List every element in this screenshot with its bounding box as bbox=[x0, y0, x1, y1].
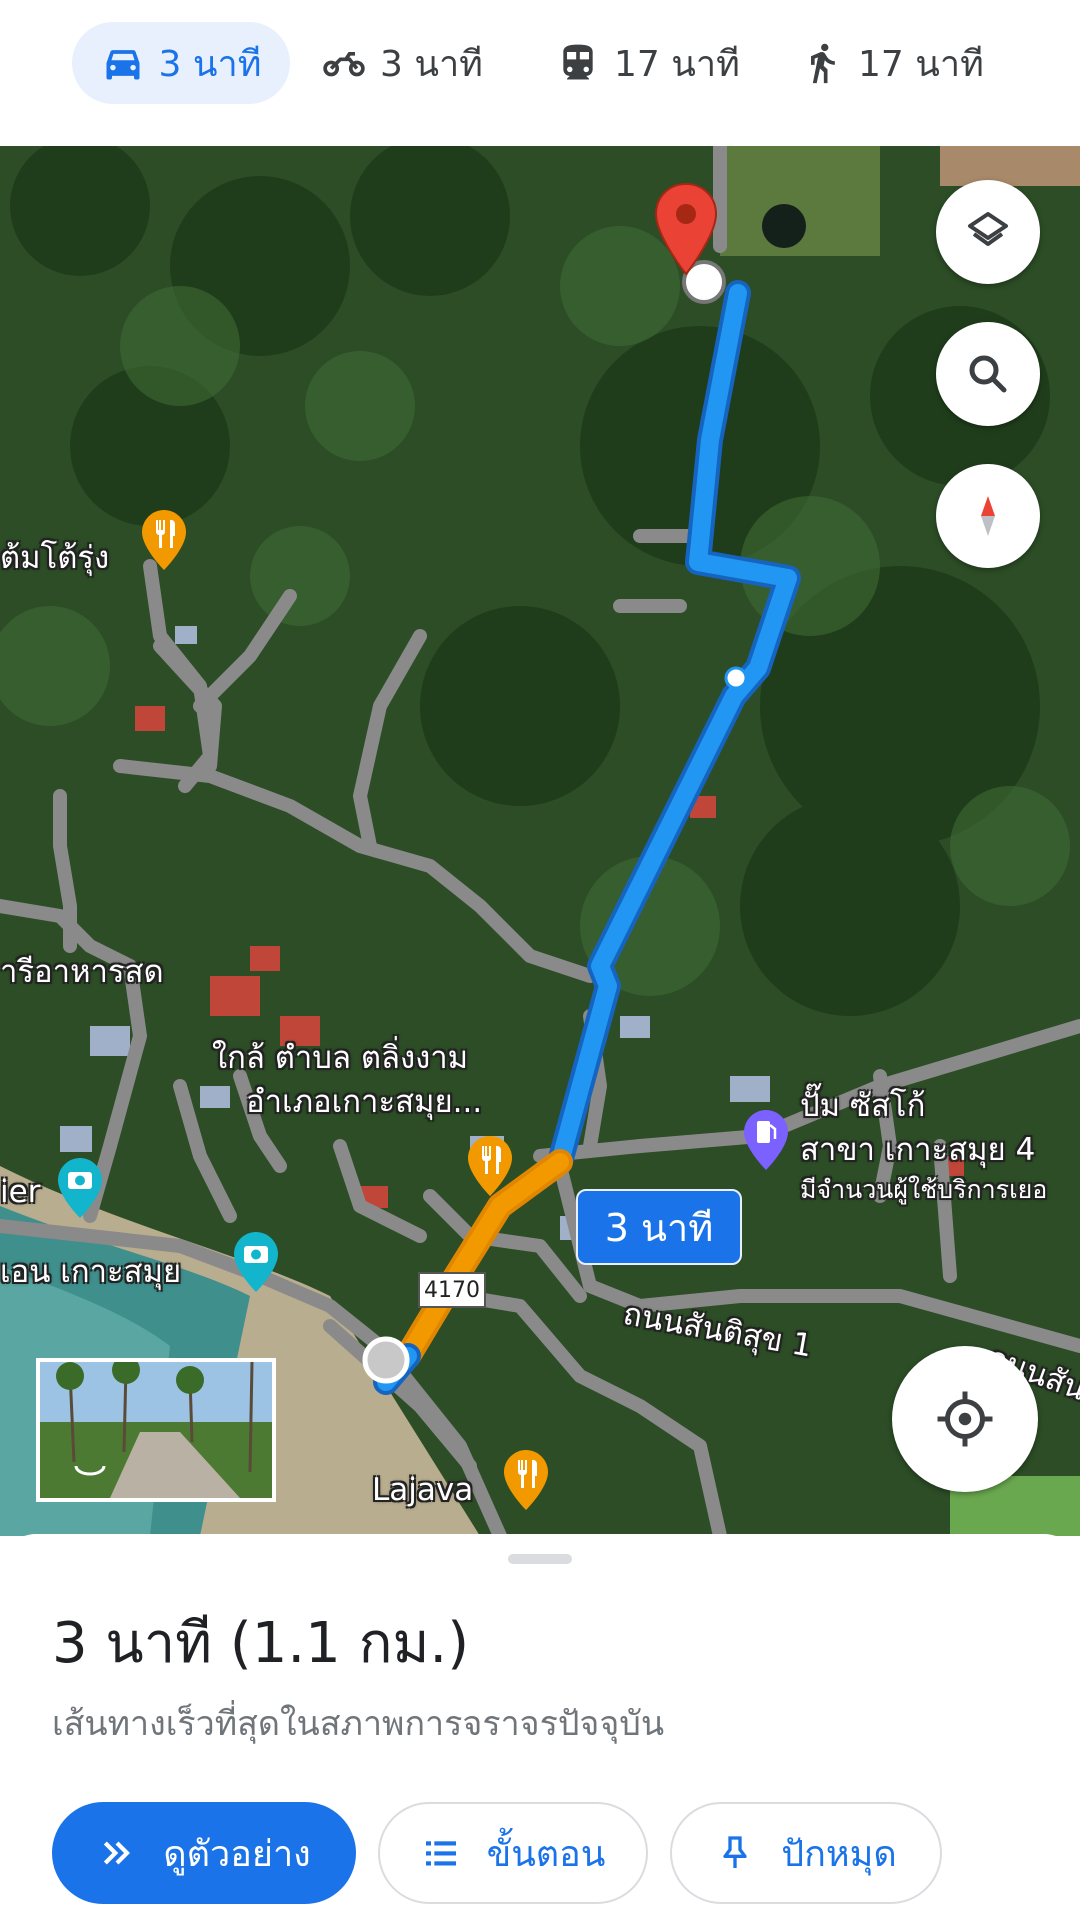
mode-driving-label: 3 นาที bbox=[158, 43, 262, 85]
poi-label-pier[interactable]: ier bbox=[0, 1174, 40, 1210]
my-location-button[interactable] bbox=[892, 1346, 1038, 1492]
compass-button[interactable] bbox=[936, 464, 1040, 568]
destination-pin-icon[interactable] bbox=[652, 182, 720, 278]
mode-transit-label: 17 นาที bbox=[614, 43, 740, 85]
mode-transit-tab[interactable]: 17 นาที bbox=[556, 22, 746, 104]
restaurant-pin-icon[interactable] bbox=[140, 508, 188, 572]
mode-motorcycle-tab[interactable]: 3 นาที bbox=[322, 22, 502, 104]
area-label-line2: อำเภอเกาะสมุย... bbox=[246, 1084, 483, 1120]
crosshair-icon bbox=[937, 1391, 993, 1447]
travel-mode-bar: 3 นาที 3 นาที 17 นาที 17 นาที bbox=[0, 0, 1080, 146]
pushpin-icon bbox=[723, 1836, 747, 1868]
walk-icon bbox=[811, 43, 835, 84]
steps-button[interactable]: ขั้นตอน bbox=[378, 1802, 648, 1904]
double-chevron-right-icon bbox=[104, 1841, 131, 1865]
poi-label-lajava[interactable]: Lajava bbox=[372, 1472, 473, 1508]
restaurant-pin-icon[interactable] bbox=[466, 1134, 514, 1198]
mode-walking-label: 17 นาที bbox=[858, 43, 984, 85]
poi-label-seafood[interactable]: ารีอาหารสด bbox=[0, 946, 164, 996]
layers-button[interactable] bbox=[936, 180, 1040, 284]
motorcycle-icon bbox=[323, 52, 365, 77]
pin-button-label: ปักหมุด bbox=[781, 1833, 897, 1875]
satellite-imagery bbox=[0, 146, 1080, 1536]
transit-icon bbox=[563, 44, 593, 80]
poi-label-gas-line1[interactable]: ปั๊ม ซัสโก้ bbox=[800, 1080, 925, 1130]
mode-driving-tab[interactable]: 3 นาที bbox=[72, 22, 290, 104]
poi-label-gas-line3[interactable]: มีจำนวนผู้ใช้บริการเยอ bbox=[800, 1170, 1047, 1210]
photo-spot-pin-icon[interactable] bbox=[56, 1156, 104, 1220]
search-button[interactable] bbox=[936, 322, 1040, 426]
street-view-image bbox=[40, 1362, 272, 1498]
gas-station-pin-icon[interactable] bbox=[742, 1108, 790, 1172]
drag-handle[interactable] bbox=[508, 1554, 572, 1564]
poi-label-samui[interactable]: เอน เกาะสมุย bbox=[0, 1246, 181, 1296]
route-duration-chip[interactable]: 3 นาที bbox=[576, 1189, 742, 1265]
street-view-thumbnail[interactable] bbox=[36, 1358, 276, 1502]
restaurant-pin-icon[interactable] bbox=[502, 1448, 550, 1512]
preview-button[interactable]: ดูตัวอย่าง bbox=[52, 1802, 356, 1904]
pin-button[interactable]: ปักหมุด bbox=[670, 1802, 942, 1904]
route-summary-title: 3 นาที (1.1 กม.) bbox=[52, 1611, 470, 1676]
mode-motorcycle-label: 3 นาที bbox=[380, 43, 483, 85]
poi-label-gas-line2[interactable]: สาขา เกาะสมุย 4 bbox=[800, 1124, 1035, 1174]
steps-button-label: ขั้นตอน bbox=[486, 1833, 606, 1875]
route-bottom-sheet: 3 นาที (1.1 กม.) เส้นทางเร็วที่สุดในสภาพ… bbox=[0, 1534, 1080, 1928]
preview-button-label: ดูตัวอย่าง bbox=[163, 1833, 311, 1875]
car-icon bbox=[106, 50, 140, 80]
map-view[interactable]: ต้มโต้รุ่ง ารีอาหารสด ใกล้ ตำบล ตลิ่งงาม… bbox=[0, 146, 1080, 1536]
poi-label-restaurant[interactable]: ต้มโต้รุ่ง bbox=[0, 532, 109, 582]
photo-spot-pin-icon[interactable] bbox=[232, 1230, 280, 1294]
area-label-line1: ใกล้ ตำบล ตลิ่งงาม bbox=[212, 1040, 469, 1076]
route-start-dot bbox=[362, 1336, 410, 1384]
layers-icon bbox=[968, 212, 1008, 246]
search-icon bbox=[969, 355, 1007, 393]
list-icon bbox=[425, 1841, 456, 1866]
mode-walking-tab[interactable]: 17 นาที bbox=[800, 22, 990, 104]
compass-icon bbox=[981, 496, 995, 536]
route-number-shield: 4170 bbox=[418, 1272, 486, 1308]
route-summary-subtitle: เส้นทางเร็วที่สุดในสภาพการจราจรปัจจุบัน bbox=[52, 1704, 665, 1744]
